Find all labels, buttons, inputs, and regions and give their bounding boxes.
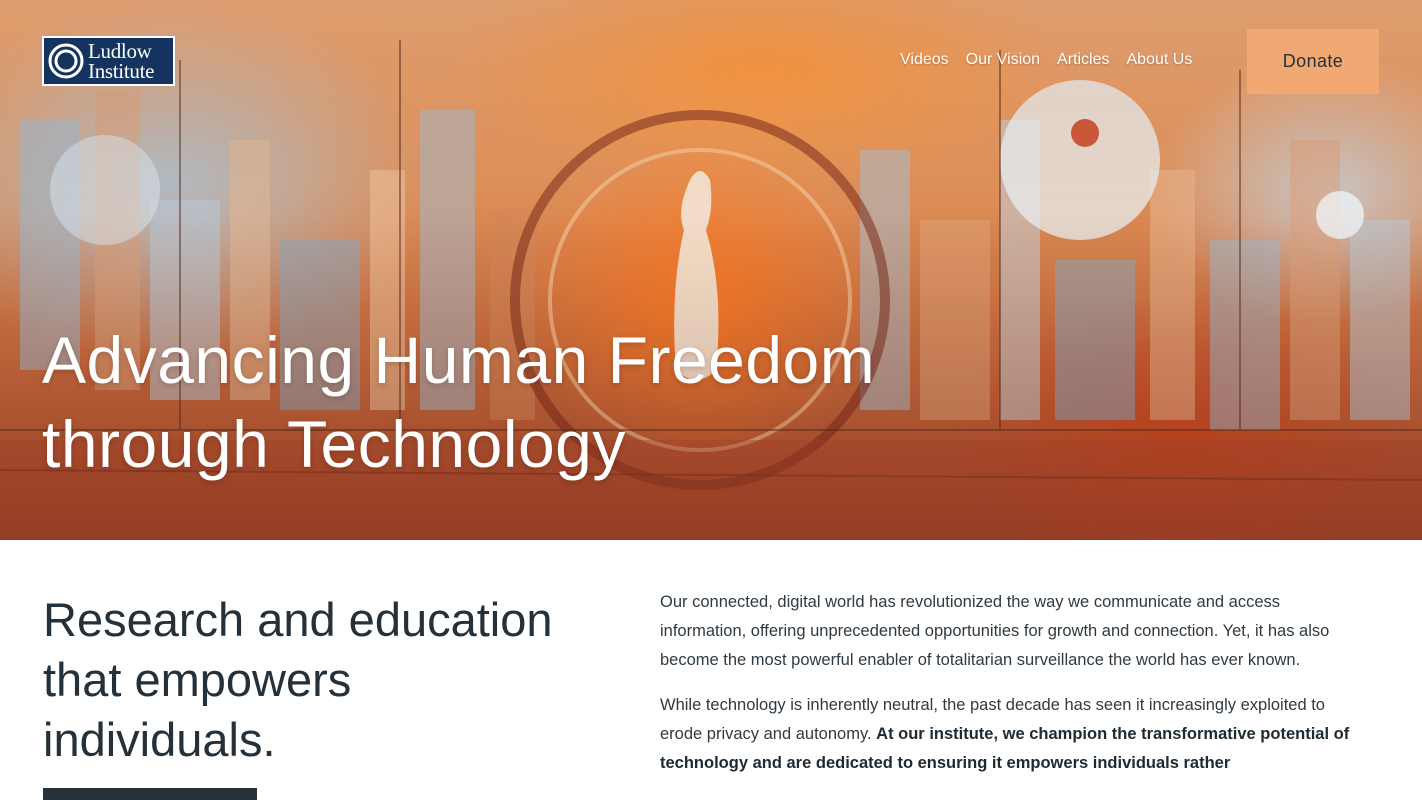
- main-navigation: Videos Our Vision Articles About Us: [900, 51, 1192, 69]
- nav-item-our-vision[interactable]: Our Vision: [966, 51, 1040, 69]
- donate-button[interactable]: Donate: [1247, 29, 1379, 94]
- section-heading-line-3: individuals.: [43, 713, 276, 766]
- section-body: Our connected, digital world has revolut…: [660, 588, 1366, 794]
- hero-title: Advancing Human Freedom through Technolo…: [42, 318, 942, 486]
- nav-item-articles[interactable]: Articles: [1057, 51, 1109, 69]
- section-heading-line-1: Research and education: [43, 593, 553, 646]
- ludlow-institute-logo[interactable]: Ludlow Institute: [42, 36, 175, 86]
- logo-line-2: Institute: [88, 59, 155, 83]
- logo-line-1: Ludlow: [88, 39, 152, 63]
- body-paragraph-1: Our connected, digital world has revolut…: [660, 593, 1330, 669]
- nav-item-about-us[interactable]: About Us: [1127, 51, 1193, 69]
- hero-title-line-1: Advancing Human Freedom: [42, 323, 876, 397]
- logo-ring-icon: [48, 43, 84, 79]
- body-paragraph-2: While technology is inherently neutral, …: [660, 691, 1366, 778]
- section-cta-button[interactable]: [43, 788, 257, 800]
- section-heading-line-2: that empowers: [43, 653, 352, 706]
- section-intro: Research and education that empowers ind…: [43, 590, 603, 770]
- hero-title-line-2: through Technology: [42, 407, 626, 481]
- logo-wordmark: Ludlow Institute: [88, 39, 155, 83]
- nav-item-videos[interactable]: Videos: [900, 51, 949, 69]
- section-heading: Research and education that empowers ind…: [43, 590, 603, 770]
